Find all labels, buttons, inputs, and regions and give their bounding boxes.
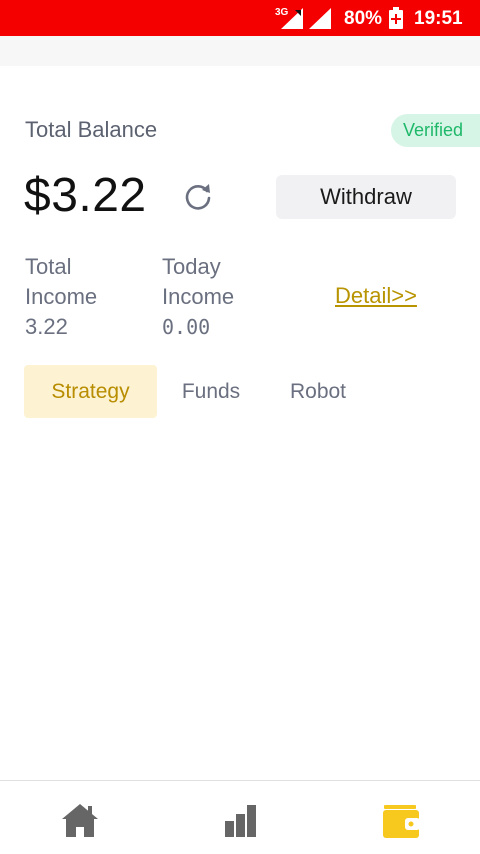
tab-funds[interactable]: Funds bbox=[174, 365, 248, 418]
battery-icon bbox=[389, 7, 403, 29]
balance-label: Total Balance bbox=[25, 117, 158, 142]
verified-badge: Verified bbox=[391, 114, 480, 147]
bottom-nav bbox=[0, 780, 480, 854]
nav-home[interactable] bbox=[60, 801, 100, 841]
clock: 19:51 bbox=[414, 8, 463, 29]
today-income-stat: Today Income 0.00 bbox=[162, 252, 272, 342]
home-icon bbox=[62, 804, 98, 837]
tab-strategy[interactable]: Strategy bbox=[24, 365, 157, 418]
today-income-label: Today Income bbox=[162, 254, 235, 309]
status-bar: 3G 80% 19:51 bbox=[0, 0, 480, 36]
refresh-icon[interactable] bbox=[182, 181, 214, 213]
signal-icon bbox=[309, 8, 331, 29]
balance-amount: $3.22 bbox=[24, 169, 147, 222]
today-income-value: 0.00 bbox=[162, 315, 211, 339]
nav-wallet[interactable] bbox=[381, 801, 421, 841]
header-strip bbox=[0, 36, 480, 66]
total-income-stat: Total Income 3.22 bbox=[25, 252, 135, 342]
signal-icon bbox=[281, 8, 303, 29]
detail-link[interactable]: Detail>> bbox=[335, 283, 417, 309]
tab-robot[interactable]: Robot bbox=[281, 365, 355, 418]
battery-percent: 80% bbox=[344, 8, 383, 29]
wallet-icon bbox=[383, 805, 420, 838]
nav-markets[interactable] bbox=[221, 801, 261, 841]
withdraw-button[interactable]: Withdraw bbox=[276, 175, 456, 219]
total-income-value: 3.22 bbox=[25, 314, 68, 339]
bar-chart-icon bbox=[225, 805, 256, 837]
total-income-label: Total Income bbox=[25, 254, 98, 309]
